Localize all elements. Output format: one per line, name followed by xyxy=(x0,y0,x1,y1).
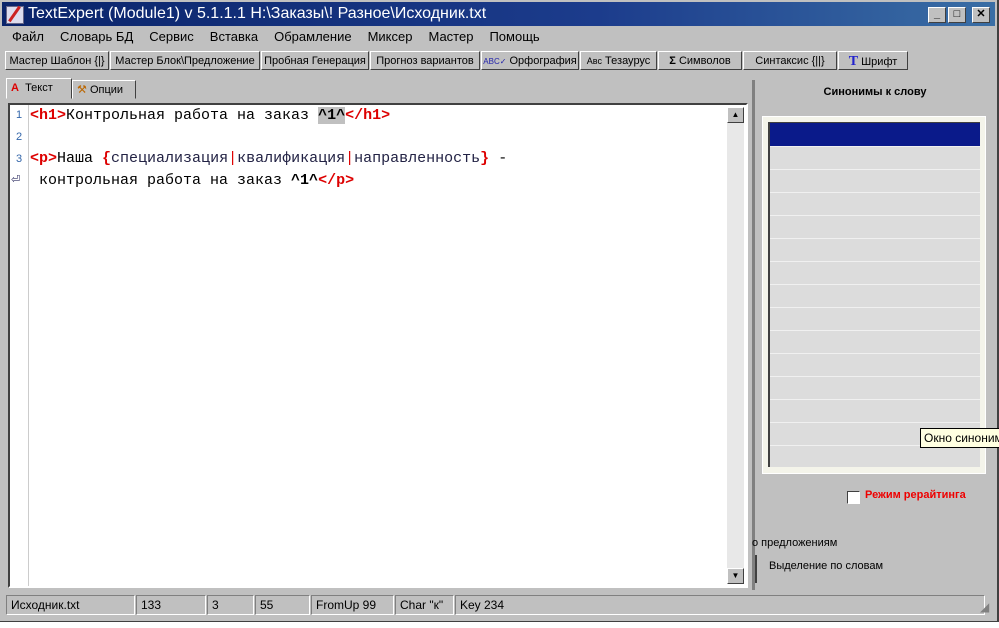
thesaurus-icon: Aʙc xyxy=(586,56,602,66)
list-item[interactable] xyxy=(770,400,980,423)
spellcheck-icon: ABC✓ xyxy=(483,57,507,66)
synonyms-list[interactable] xyxy=(768,122,980,467)
tab-text-label: Текст xyxy=(25,82,53,94)
text: контрольная работа на заказ xyxy=(30,172,292,189)
close-button[interactable]: ✕ xyxy=(972,7,990,23)
list-item[interactable] xyxy=(770,331,980,354)
menu-help[interactable]: Помощь xyxy=(481,27,547,47)
syntax-button[interactable]: Синтаксис {||} xyxy=(743,51,837,70)
window-title: TextExpert (Module1) v 5.1.1.1 H:\Заказы… xyxy=(28,5,487,22)
main-window: TextExpert (Module1) v 5.1.1.1 H:\Заказы… xyxy=(0,0,999,622)
status-fromup: FromUp 99 xyxy=(311,595,394,615)
menu-framing[interactable]: Обрамление xyxy=(266,27,359,47)
sigma-icon: Σ xyxy=(669,55,676,67)
variable: ^1^ xyxy=(291,172,319,189)
forecast-button[interactable]: Прогноз вариантов xyxy=(370,51,480,70)
brace: } xyxy=(480,150,490,167)
scroll-up-button[interactable]: ▲ xyxy=(727,107,744,123)
tag: <p> xyxy=(30,150,58,167)
status-field: 3 xyxy=(207,595,254,615)
block-wizard-button[interactable]: Мастер Блок\Предложение xyxy=(110,51,260,70)
alternative: специализация xyxy=(111,150,229,167)
tooltip: Окно синонимов xyxy=(920,428,999,448)
text: Контрольная работа на заказ xyxy=(66,107,319,124)
symbols-button[interactable]: Σ Символов xyxy=(658,51,742,70)
title-bar: TextExpert (Module1) v 5.1.1.1 H:\Заказы… xyxy=(2,2,995,26)
rewrite-mode-label[interactable]: Режим рерайтинга xyxy=(865,489,966,501)
line-gutter: 1 2 3 ⏎ xyxy=(10,105,29,586)
status-field: 133 xyxy=(136,595,206,615)
tag: </h1> xyxy=(345,107,391,124)
list-item[interactable] xyxy=(770,239,980,262)
template-wizard-button[interactable]: Мастер Шаблон {|} xyxy=(5,51,109,70)
synonyms-panel: Синонимы к слову о предложениям Выделени… xyxy=(752,80,995,590)
text-editor[interactable]: 1 2 3 ⏎ <h1>Контрольная работа на заказ … xyxy=(8,103,748,588)
code-line-3-wrap: контрольная работа на заказ ^1^</p> xyxy=(30,172,354,189)
symbols-label: Символов xyxy=(678,55,731,67)
minimize-button[interactable]: _ xyxy=(928,7,946,23)
vertical-scrollbar[interactable]: ▲ ▼ xyxy=(727,107,744,584)
font-button[interactable]: T Шрифт xyxy=(838,51,908,70)
tab-options-label: Опции xyxy=(89,84,124,96)
trial-generation-button[interactable]: Пробная Генерация xyxy=(261,51,369,70)
spelling-button[interactable]: ABC✓ Орфография xyxy=(481,51,579,70)
tag: </p> xyxy=(318,172,355,189)
tools-icon: ⚒ xyxy=(77,84,87,96)
font-icon: T xyxy=(848,54,859,69)
menu-dictionary[interactable]: Словарь БД xyxy=(52,27,141,47)
maximize-button[interactable]: □ xyxy=(948,7,966,23)
menu-service[interactable]: Сервис xyxy=(141,27,202,47)
list-item[interactable] xyxy=(770,308,980,331)
alternative: квалификация xyxy=(237,150,346,167)
variable: ^1^ xyxy=(318,107,346,124)
font-label: Шрифт xyxy=(861,56,898,68)
menu-mixer[interactable]: Миксер xyxy=(360,27,421,47)
status-filename: Исходник.txt xyxy=(6,595,135,615)
tag: <h1> xyxy=(30,107,67,124)
code-line-1: <h1>Контрольная работа на заказ ^1^</h1> xyxy=(30,107,390,124)
list-item[interactable] xyxy=(770,216,980,239)
spelling-label: Орфография xyxy=(509,55,577,67)
list-item[interactable] xyxy=(770,170,980,193)
menu-file[interactable]: Файл xyxy=(4,27,52,47)
app-icon xyxy=(6,6,24,24)
divider xyxy=(755,555,757,583)
scroll-down-button[interactable]: ▼ xyxy=(727,568,744,584)
thesaurus-button[interactable]: Aʙc Тезаурус xyxy=(580,51,657,70)
text-tab-icon: A xyxy=(11,82,19,94)
synonyms-title: Синонимы к слову xyxy=(823,86,927,98)
list-item[interactable] xyxy=(770,262,980,285)
status-field: 55 xyxy=(255,595,310,615)
alternative: направленность xyxy=(354,150,481,167)
text: Наша xyxy=(57,150,103,167)
menu-wizard[interactable]: Мастер xyxy=(420,27,481,47)
list-item[interactable] xyxy=(770,377,980,400)
text: - xyxy=(489,150,508,167)
menu-insert[interactable]: Вставка xyxy=(202,27,266,47)
by-sentences-option[interactable]: о предложениям xyxy=(752,537,837,549)
status-char: Char "к" xyxy=(395,595,454,615)
rewrite-mode-checkbox[interactable] xyxy=(847,491,860,504)
word-wrap-icon: ⏎ xyxy=(11,174,21,186)
list-item[interactable] xyxy=(770,354,980,377)
list-item[interactable] xyxy=(770,285,980,308)
pipe: | xyxy=(345,150,355,167)
line-number: 1 xyxy=(16,109,23,121)
status-key: Key 234 xyxy=(455,595,985,615)
code-line-3: <p>Наша {специализация|квалификация|напр… xyxy=(30,150,507,167)
list-item[interactable] xyxy=(770,147,980,170)
resize-grip-icon[interactable]: ◢ xyxy=(980,600,989,614)
line-number: 3 xyxy=(16,153,23,165)
list-item[interactable] xyxy=(770,193,980,216)
synonyms-frame xyxy=(762,116,986,474)
tab-text[interactable]: A Текст xyxy=(6,78,72,99)
thesaurus-label: Тезаурус xyxy=(605,55,651,67)
line-number: 2 xyxy=(16,131,23,143)
tab-options[interactable]: ⚒ Опции xyxy=(72,80,136,99)
by-words-option[interactable]: Выделение по словам xyxy=(769,560,883,572)
menu-bar: Файл Словарь БД Сервис Вставка Обрамлени… xyxy=(4,27,548,47)
pipe: | xyxy=(228,150,238,167)
list-item-selected[interactable] xyxy=(770,123,980,147)
brace: { xyxy=(102,150,112,167)
